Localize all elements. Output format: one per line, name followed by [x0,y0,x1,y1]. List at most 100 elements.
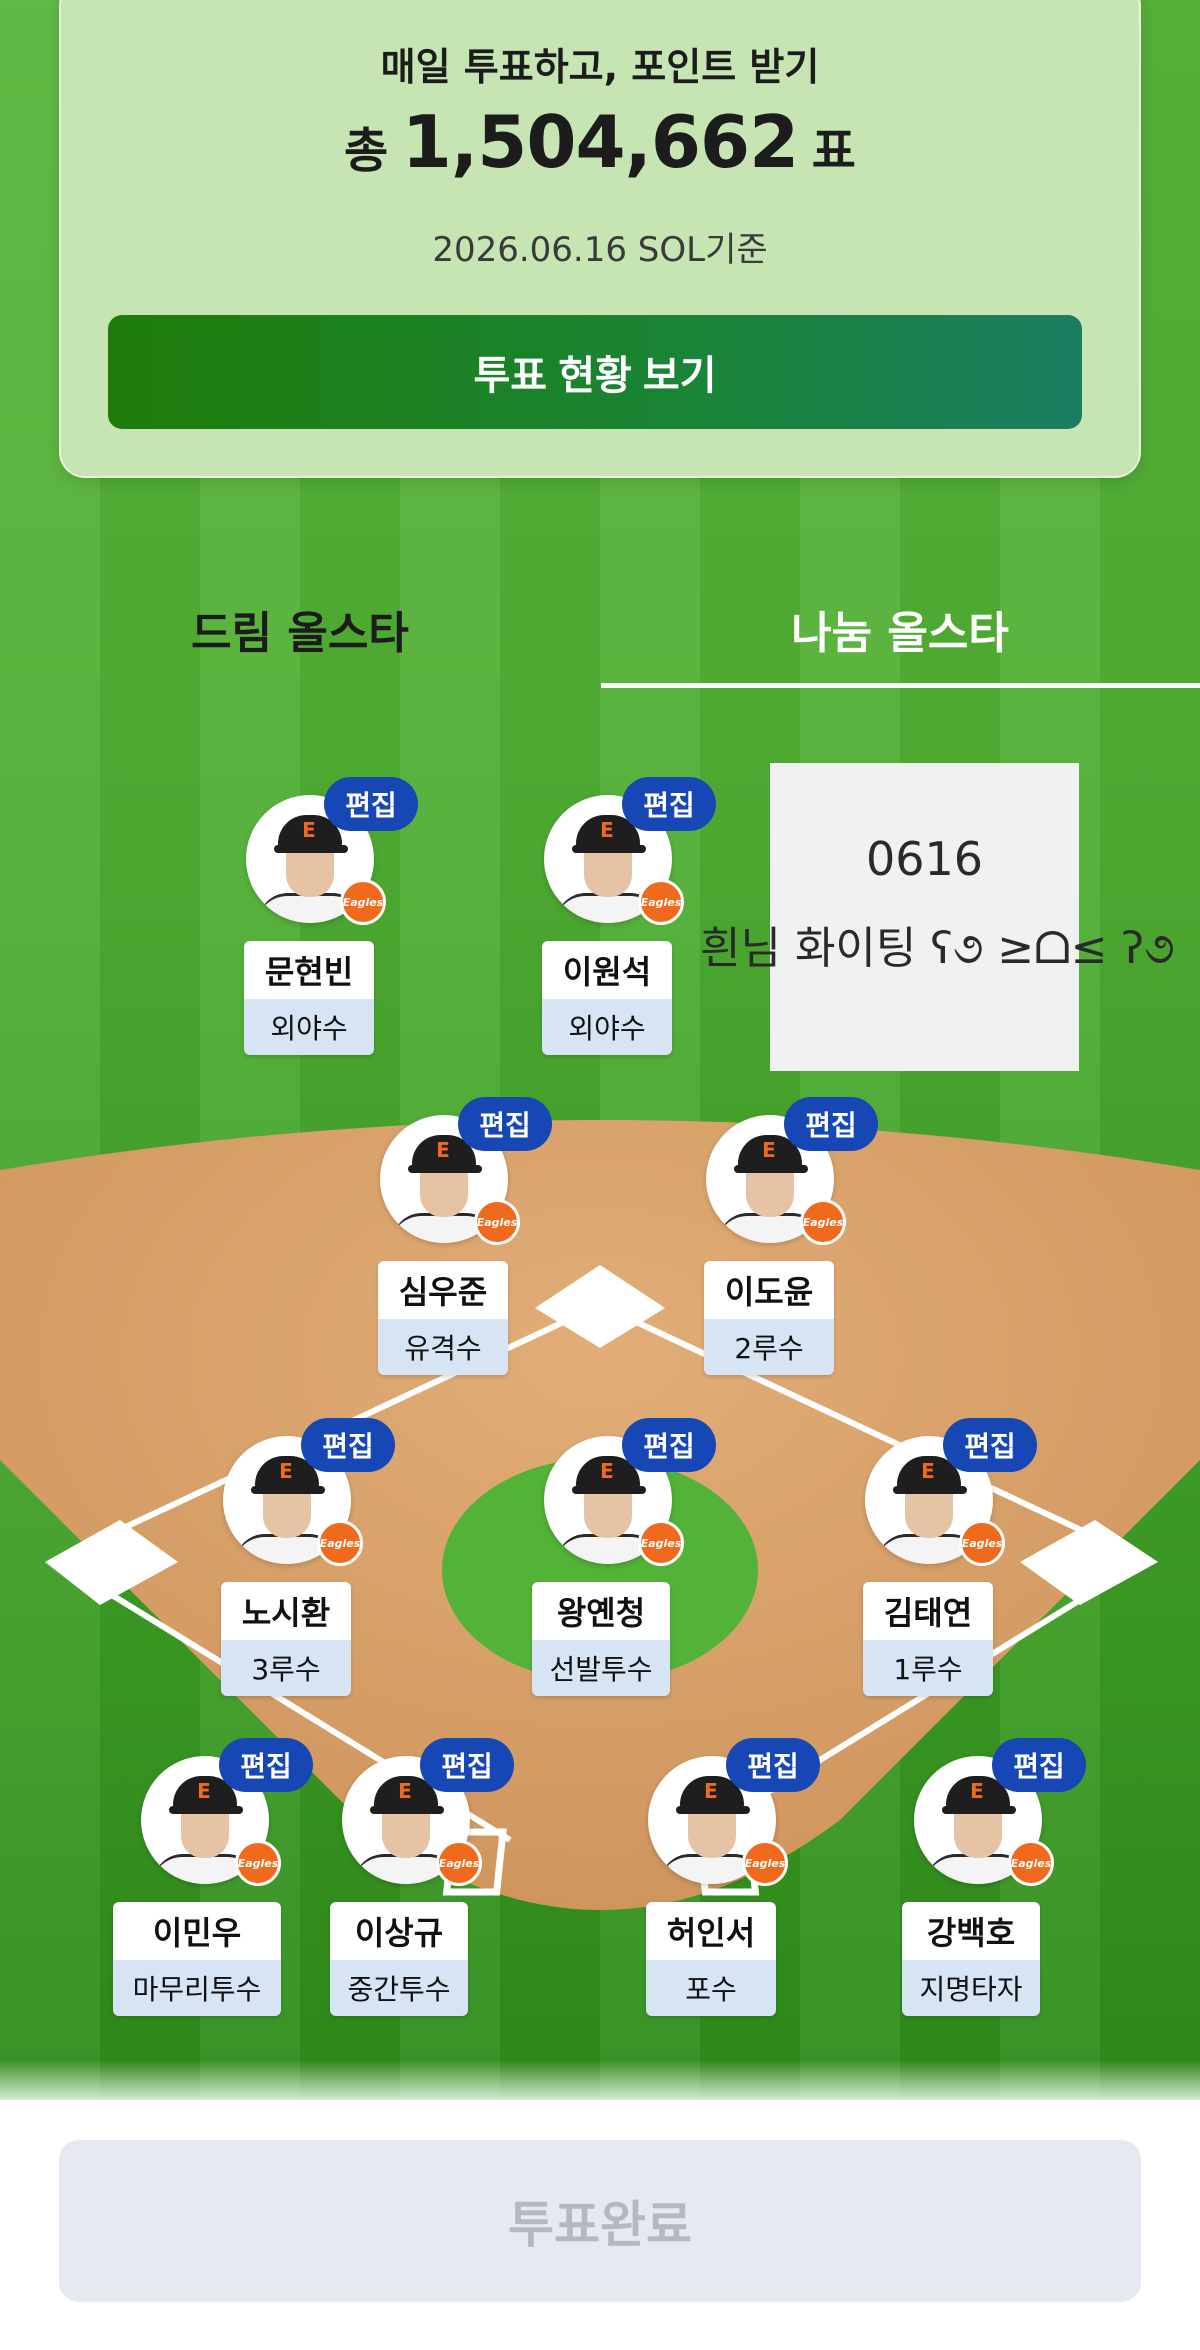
cap-logo-icon: E [302,818,316,842]
player-position: 중간투수 [330,1960,468,2016]
cap-logo-icon: E [600,818,614,842]
cap-logo-icon: E [436,1138,450,1162]
eagles-logo-icon: Eagles [1008,1840,1054,1886]
player-face [954,1812,1002,1858]
player-label: 이상규 중간투수 [330,1902,468,2016]
player-photo-wrap: E Eagles 편집 [223,1418,395,1566]
edit-button[interactable]: 편집 [458,1097,552,1151]
vote-summary-card: 매일 투표하고, 포인트 받기 총 1,504,662 표 2026.06.16… [59,0,1141,478]
player-name: 왕옌청 [532,1582,670,1640]
player-name: 이민우 [113,1902,281,1960]
player-cap-brim [251,1486,325,1494]
tab-dream-allstar[interactable]: 드림 올스타 [0,570,600,688]
player-position: 3루수 [221,1640,351,1696]
player-face [181,1812,229,1858]
vote-complete-button[interactable]: 투표완료 [59,2140,1141,2302]
player-face [746,1171,794,1217]
edit-button[interactable]: 편집 [943,1418,1037,1472]
player-name: 문현빈 [244,941,374,999]
player-cap-brim [408,1165,482,1173]
eagles-logo-icon: Eagles [959,1520,1005,1566]
player-face [905,1492,953,1538]
player-position: 지명타자 [902,1960,1040,2016]
vote-date-note: 2026.06.16 SOL기준 [432,230,768,270]
vote-status-button[interactable]: 투표 현황 보기 [108,315,1082,429]
player-name: 이도윤 [704,1261,834,1319]
player-cap-brim [370,1806,444,1814]
vote-total-prefix: 총 [344,123,389,179]
player-position: 포수 [646,1960,776,2016]
player-face [420,1171,468,1217]
cap-logo-icon: E [197,1779,211,1803]
vote-total-value: 1,504,662 [401,100,799,184]
player-photo-wrap: E Eagles 편집 [865,1418,1037,1566]
player-photo-wrap: E Eagles 편집 [648,1738,820,1886]
player-photo-wrap: E Eagles 편집 [246,777,418,925]
player-cap-brim [169,1806,243,1814]
player-label: 왕옌청 선발투수 [532,1582,670,1696]
player-photo-wrap: E Eagles 편집 [544,777,716,925]
edit-button[interactable]: 편집 [301,1418,395,1472]
player-position: 외야수 [244,999,374,1055]
edit-button[interactable]: 편집 [992,1738,1086,1792]
player-photo-wrap: E Eagles 편집 [141,1738,313,1886]
player-name: 심우준 [378,1261,508,1319]
cap-logo-icon: E [600,1459,614,1483]
player-face [584,851,632,897]
player-cap-brim [572,1486,646,1494]
cap-logo-icon: E [921,1459,935,1483]
player-name: 허인서 [646,1902,776,1960]
edit-button[interactable]: 편집 [219,1738,313,1792]
player-label: 노시환 3루수 [221,1582,351,1696]
player-label: 이민우 마무리투수 [113,1902,281,2016]
eagles-logo-icon: Eagles [317,1520,363,1566]
player-cap-brim [893,1486,967,1494]
note-line-1: 0616 [865,832,984,886]
vote-total: 총 1,504,662 표 [61,100,1139,184]
player-photo-wrap: E Eagles 편집 [914,1738,1086,1886]
player-name: 이상규 [330,1902,468,1960]
cap-logo-icon: E [704,1779,718,1803]
player-cap-brim [274,845,348,853]
cap-logo-icon: E [970,1779,984,1803]
eagles-logo-icon: Eagles [800,1199,846,1245]
edit-button[interactable]: 편집 [622,777,716,831]
eagles-logo-icon: Eagles [638,1520,684,1566]
player-label: 김태연 1루수 [863,1582,993,1696]
player-photo-wrap: E Eagles 편집 [544,1418,716,1566]
eagles-logo-icon: Eagles [638,879,684,925]
player-name: 이원석 [542,941,672,999]
player-position: 선발투수 [532,1640,670,1696]
edit-button[interactable]: 편집 [784,1097,878,1151]
player-name: 노시환 [221,1582,351,1640]
eagles-logo-icon: Eagles [340,879,386,925]
player-position: 2루수 [704,1319,834,1375]
note-line-2: 흰님 화이팅 ʕ૭ ≥ᗝ≤ ʔ૭ [700,923,1175,974]
edit-button[interactable]: 편집 [726,1738,820,1792]
edit-button[interactable]: 편집 [324,777,418,831]
player-position: 마무리투수 [113,1960,281,2016]
player-name: 강백호 [902,1902,1040,1960]
player-position: 1루수 [863,1640,993,1696]
player-photo-wrap: E Eagles 편집 [380,1097,552,1245]
vote-card-heading: 매일 투표하고, 포인트 받기 [380,45,820,89]
eagles-logo-icon: Eagles [235,1840,281,1886]
edit-button[interactable]: 편집 [420,1738,514,1792]
player-face [286,851,334,897]
eagles-logo-icon: Eagles [436,1840,482,1886]
cap-logo-icon: E [762,1138,776,1162]
eagles-logo-icon: Eagles [742,1840,788,1886]
player-name: 김태연 [863,1582,993,1640]
cap-logo-icon: E [279,1459,293,1483]
player-face [688,1812,736,1858]
player-photo-wrap: E Eagles 편집 [342,1738,514,1886]
player-label: 문현빈 외야수 [244,941,374,1055]
edit-button[interactable]: 편집 [622,1418,716,1472]
player-label: 이원석 외야수 [542,941,672,1055]
player-cap-brim [676,1806,750,1814]
cap-logo-icon: E [398,1779,412,1803]
player-face [263,1492,311,1538]
player-position: 외야수 [542,999,672,1055]
player-label: 이도윤 2루수 [704,1261,834,1375]
tab-nanum-allstar[interactable]: 나눔 올스타 [600,570,1200,688]
